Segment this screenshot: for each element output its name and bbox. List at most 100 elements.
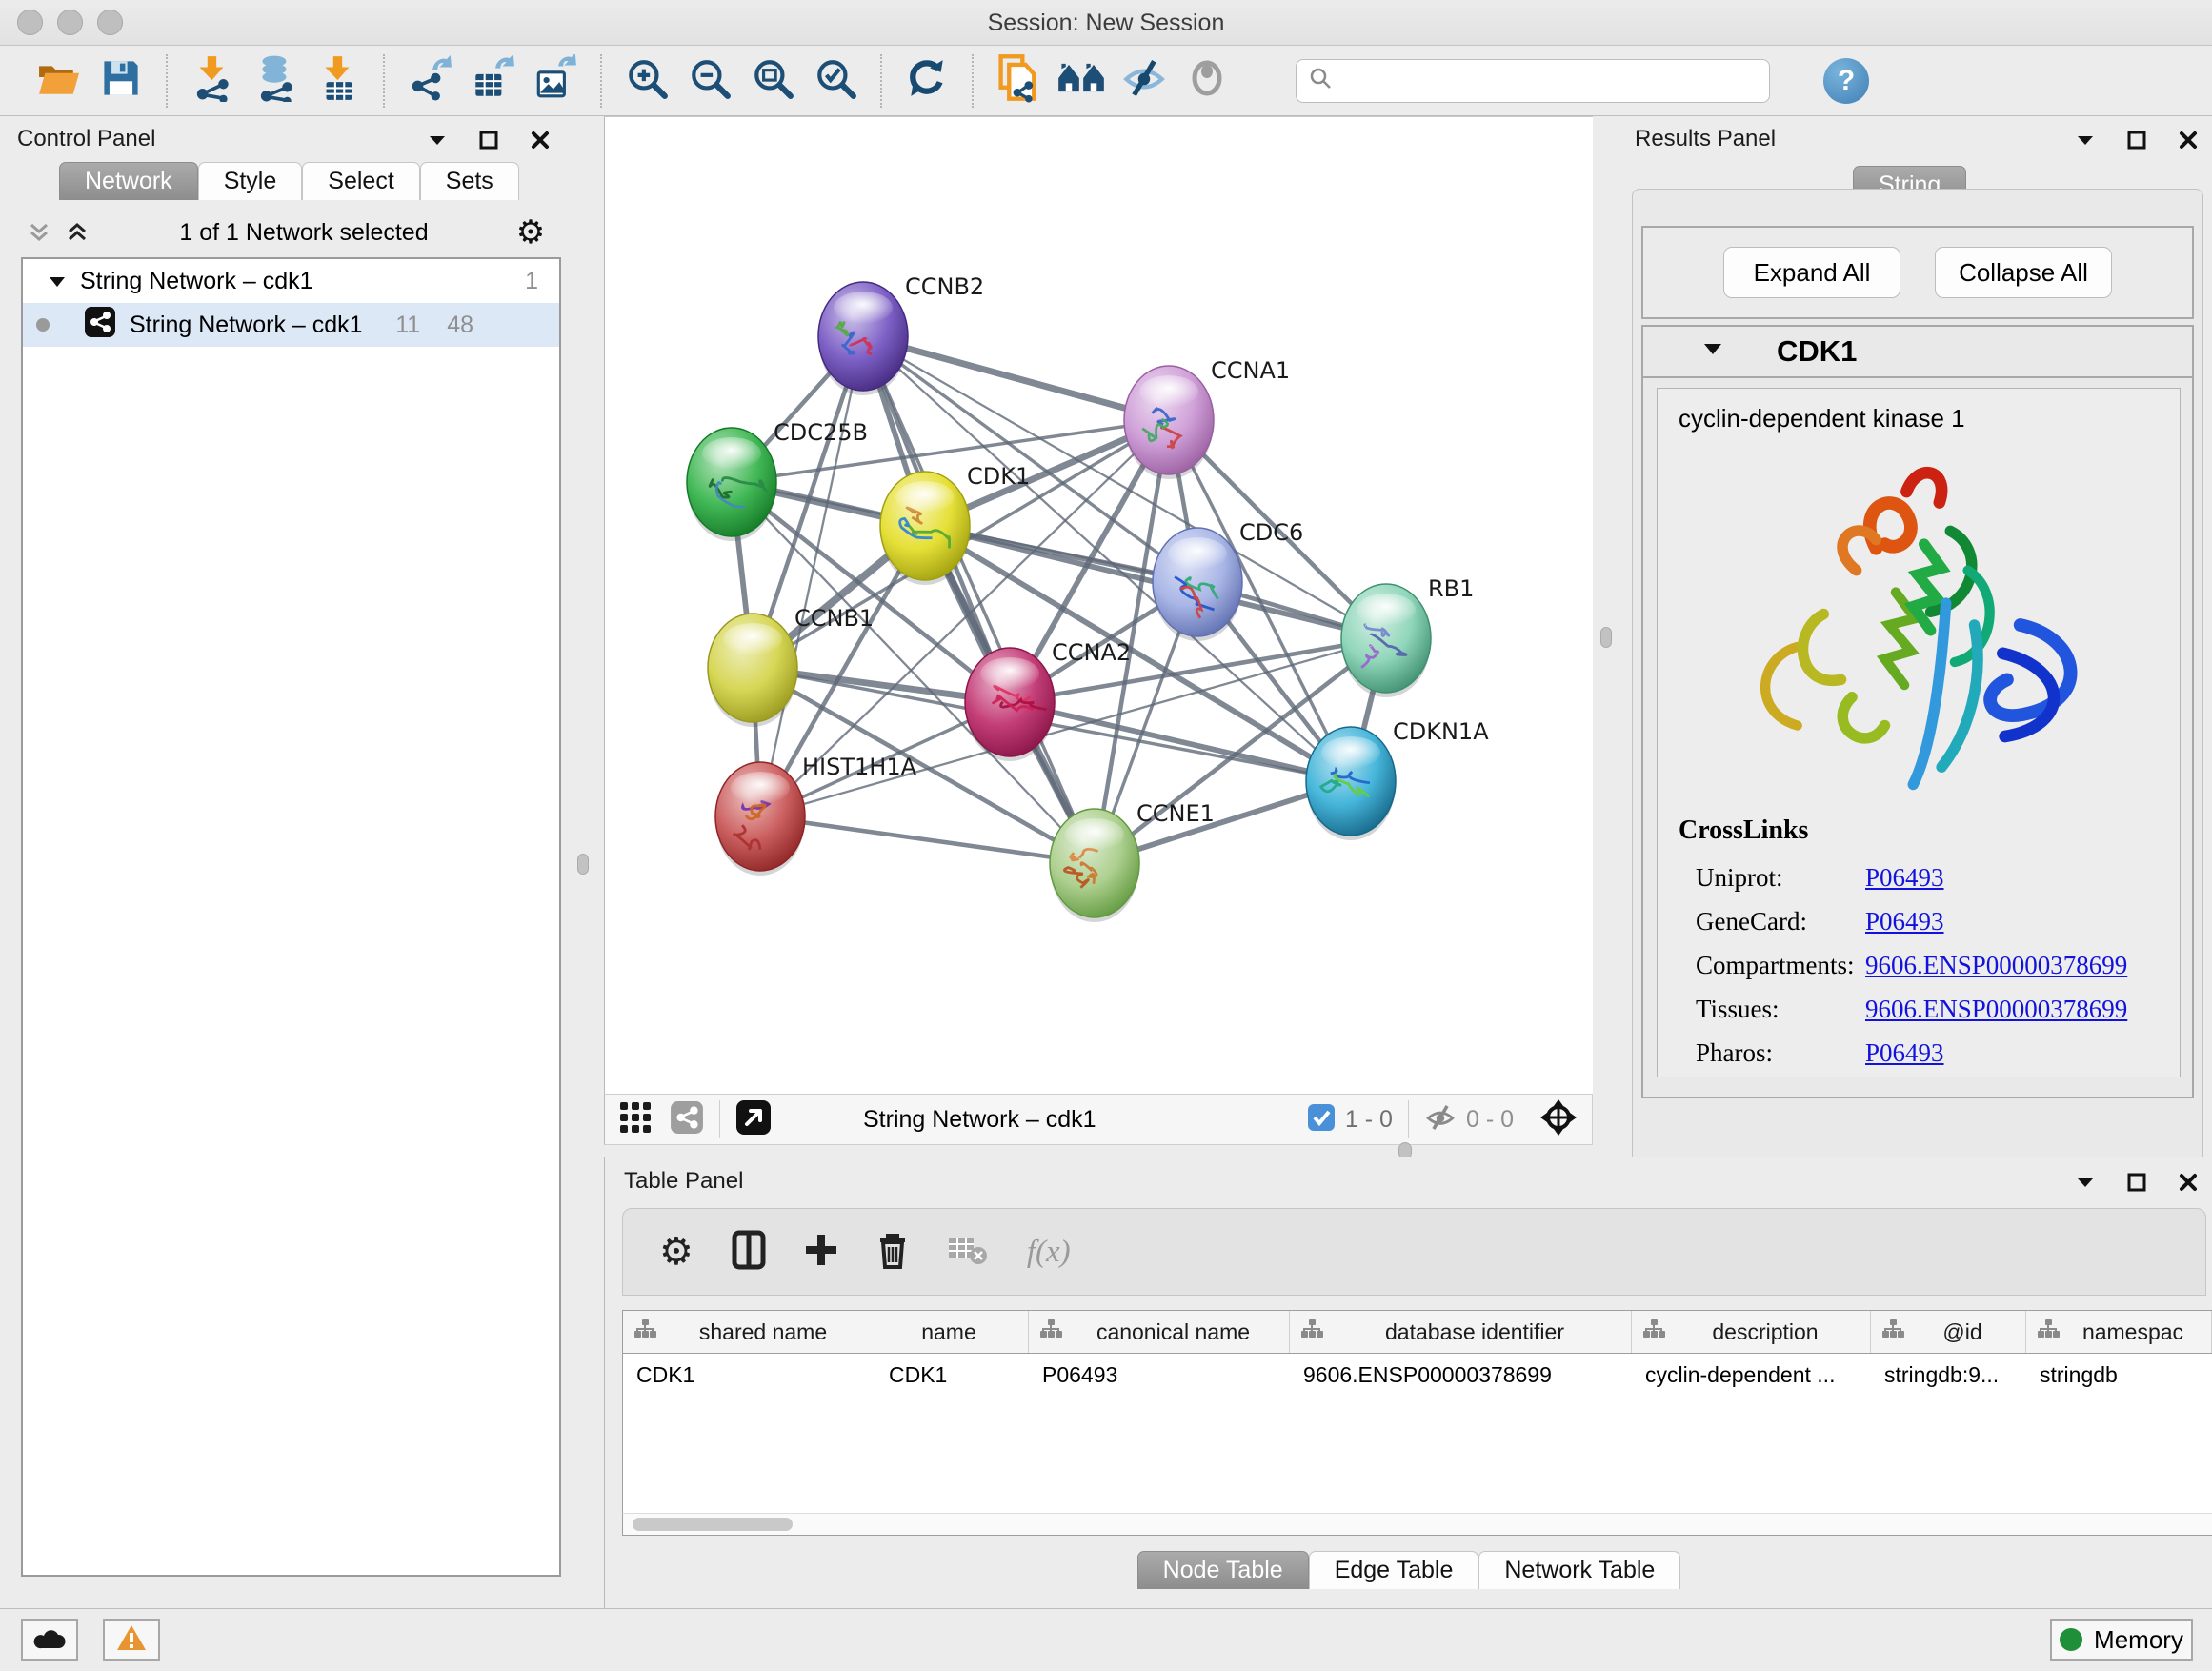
column-header--id[interactable]: @id [1871, 1311, 2026, 1353]
table-cell[interactable]: stringdb:9... [1871, 1354, 2026, 1397]
close-window-button[interactable] [17, 10, 43, 35]
network-row[interactable]: String Network – cdk1 11 48 [23, 303, 559, 347]
collapse-all-button[interactable]: Collapse All [1935, 247, 2112, 298]
node-CDC25B[interactable]: CDC25B [687, 419, 868, 541]
crosslink-value-link[interactable]: 9606.ENSP00000378699 [1865, 995, 2127, 1024]
close-panel-icon[interactable] [2176, 1170, 2201, 1195]
open-session-button[interactable] [27, 52, 90, 110]
warnings-button[interactable] [103, 1619, 160, 1661]
tab-node-table[interactable]: Node Table [1137, 1551, 1309, 1589]
table-row[interactable]: CDK1CDK1P064939606.ENSP00000378699cyclin… [623, 1354, 2212, 1397]
node-CCNB2[interactable]: CCNB2 [818, 273, 984, 395]
open-folder-icon [35, 58, 81, 103]
table-cell[interactable]: CDK1 [875, 1354, 1029, 1397]
right-splitter[interactable] [1593, 116, 1619, 1157]
clone-network-button[interactable] [987, 52, 1050, 110]
column-header-shared-name[interactable]: shared name [623, 1311, 875, 1353]
node-CCNB1[interactable]: CCNB1 [708, 605, 874, 727]
node-CDKN1A[interactable]: CDKN1A [1306, 718, 1489, 840]
zoom-window-button[interactable] [97, 10, 123, 35]
search-input[interactable] [1333, 68, 1742, 94]
zoom-out-button[interactable] [678, 52, 741, 110]
close-panel-icon[interactable] [2176, 128, 2201, 152]
network-collection-row[interactable]: String Network – cdk1 1 [23, 259, 559, 303]
selected-checkbox-icon[interactable] [1307, 1103, 1336, 1137]
crosslink-value-link[interactable]: 9606.ENSP00000378699 [1865, 951, 2127, 980]
collapse-all-networks-icon[interactable] [27, 220, 51, 245]
function-builder-icon[interactable]: f(x) [1027, 1235, 1071, 1270]
delete-table-icon[interactable] [947, 1234, 989, 1271]
grid-view-icon[interactable] [618, 1100, 653, 1139]
column-header-namespac[interactable]: namespac [2026, 1311, 2212, 1353]
scrollbar-thumb[interactable] [633, 1518, 793, 1531]
collection-expand-icon[interactable] [48, 268, 67, 295]
crosslink-value-link[interactable]: P06493 [1865, 863, 1944, 893]
birdseye-crosshair-icon[interactable] [1538, 1097, 1579, 1142]
export-table-button[interactable] [461, 52, 524, 110]
node-RB1[interactable]: RB1 [1341, 575, 1474, 697]
tab-style[interactable]: Style [198, 162, 303, 200]
table-cell[interactable]: P06493 [1029, 1354, 1290, 1397]
column-header-canonical-name[interactable]: canonical name [1029, 1311, 1290, 1353]
table-horizontal-scrollbar[interactable] [622, 1513, 2212, 1536]
help-button[interactable]: ? [1823, 58, 1869, 104]
memory-button[interactable]: Memory [2050, 1619, 2193, 1661]
tab-sets[interactable]: Sets [420, 162, 519, 200]
zoom-selected-button[interactable] [804, 52, 867, 110]
tab-edge-table[interactable]: Edge Table [1309, 1551, 1479, 1589]
import-network-file-button[interactable] [181, 52, 244, 110]
network-share-icon [84, 306, 116, 345]
crosslink-value-link[interactable]: P06493 [1865, 1038, 1944, 1068]
panel-menu-icon[interactable] [2073, 128, 2098, 152]
network-view-share-icon[interactable] [670, 1100, 704, 1139]
table-cell[interactable]: stringdb [2026, 1354, 2212, 1397]
tab-select[interactable]: Select [302, 162, 419, 200]
add-column-icon[interactable] [804, 1233, 838, 1272]
zoom-in-button[interactable] [615, 52, 678, 110]
panel-menu-icon[interactable] [2073, 1170, 2098, 1195]
tab-network[interactable]: Network [59, 162, 198, 200]
table-cell[interactable]: cyclin-dependent ... [1632, 1354, 1871, 1397]
show-all-button[interactable] [1176, 52, 1238, 110]
minimize-window-button[interactable] [57, 10, 83, 35]
cloud-status-button[interactable] [21, 1619, 78, 1661]
gene-collapse-icon[interactable] [1702, 342, 1723, 361]
node-CDK1[interactable]: CDK1 [880, 463, 1030, 585]
expand-all-button[interactable]: Expand All [1723, 247, 1900, 298]
node-CCNE1[interactable]: CCNE1 [1050, 800, 1215, 922]
column-header-name[interactable]: name [875, 1311, 1029, 1353]
node-CCNA2[interactable]: CCNA2 [965, 639, 1131, 761]
table-settings-gear-icon[interactable]: ⚙ [659, 1230, 694, 1274]
tab-network-table[interactable]: Network Table [1478, 1551, 1680, 1589]
left-splitter[interactable] [564, 116, 604, 1608]
column-header-database-identifier[interactable]: database identifier [1290, 1311, 1632, 1353]
panel-menu-icon[interactable] [425, 128, 450, 152]
network-options-gear-icon[interactable]: ⚙ [518, 220, 543, 245]
show-columns-icon[interactable] [732, 1230, 766, 1275]
fit-content-button[interactable] [741, 52, 804, 110]
expand-all-networks-icon[interactable] [65, 220, 90, 245]
hidden-eye-icon[interactable] [1424, 1103, 1457, 1137]
node-HIST1H1A[interactable]: HIST1H1A [715, 754, 917, 876]
export-network-button[interactable] [398, 52, 461, 110]
delete-column-trash-icon[interactable] [876, 1231, 909, 1274]
column-header-description[interactable]: description [1632, 1311, 1871, 1353]
float-panel-icon[interactable] [2124, 1170, 2149, 1195]
table-cell[interactable]: CDK1 [623, 1354, 875, 1397]
import-network-database-button[interactable] [244, 52, 307, 110]
save-session-button[interactable] [90, 52, 152, 110]
close-panel-icon[interactable] [528, 128, 553, 152]
table-cell[interactable]: 9606.ENSP00000378699 [1290, 1354, 1632, 1397]
search-box[interactable] [1296, 59, 1770, 103]
export-image-button[interactable] [524, 52, 587, 110]
network-graph[interactable]: CCNB2CCNA1CDC25BCDK1CDC6RB1CCNB1CCNA2CDK… [605, 117, 1592, 1093]
detach-view-icon[interactable] [735, 1099, 772, 1140]
float-panel-icon[interactable] [2124, 128, 2149, 152]
float-panel-icon[interactable] [476, 128, 501, 152]
network-canvas[interactable]: CCNB2CCNA1CDC25BCDK1CDC6RB1CCNB1CCNA2CDK… [604, 116, 1593, 1094]
first-neighbors-button[interactable] [1050, 52, 1113, 110]
refresh-view-button[interactable] [895, 52, 958, 110]
crosslink-value-link[interactable]: P06493 [1865, 907, 1944, 936]
hide-selected-button[interactable] [1113, 52, 1176, 110]
import-table-file-button[interactable] [307, 52, 370, 110]
